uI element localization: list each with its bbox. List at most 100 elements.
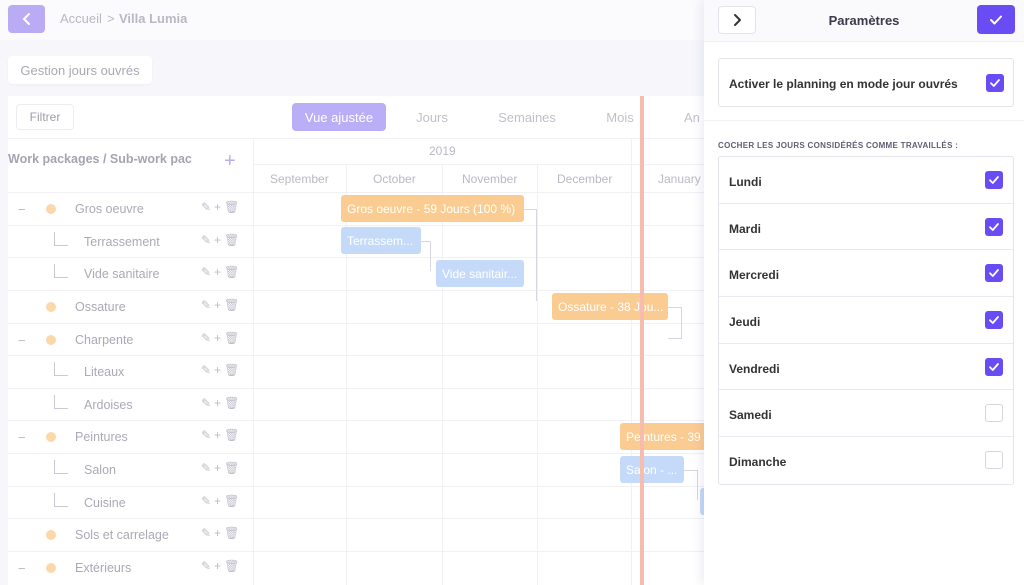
breadcrumb-project[interactable]: Villa Lumia — [119, 11, 187, 26]
tab-days[interactable]: Jours — [392, 103, 472, 131]
gantt-bar-salon[interactable]: Salon - ... — [620, 456, 684, 483]
row-label: Cuisine — [84, 496, 126, 510]
check-icon — [990, 15, 1002, 24]
month-december: December — [557, 172, 613, 186]
day-label: Mardi — [729, 221, 762, 236]
row-actions[interactable]: ✎+🗑 — [201, 298, 242, 312]
month-october: October — [373, 172, 416, 186]
collapse-toggle[interactable]: − — [18, 561, 26, 576]
dependency-connector — [668, 307, 682, 339]
day-checkbox-jeudi[interactable] — [985, 311, 1003, 330]
month-september: September — [270, 172, 329, 186]
tab-weeks[interactable]: Semaines — [482, 103, 572, 131]
grid-line — [442, 164, 443, 585]
tree-row-terrassement[interactable]: Terrassement ✎+🗑 — [8, 226, 254, 258]
tree-row-sols-et-carrelage[interactable]: Sols et carrelage ✎+🗑 — [8, 519, 254, 551]
day-checkbox-mardi[interactable] — [985, 217, 1003, 236]
working-days-list: Lundi Mardi Mercredi Jeudi Vendredi Same… — [718, 156, 1014, 485]
breadcrumb-home[interactable]: Accueil — [60, 11, 102, 26]
back-button[interactable] — [8, 5, 45, 33]
row-actions[interactable]: ✎+🗑 — [201, 494, 242, 508]
row-actions[interactable]: ✎+🗑 — [201, 396, 242, 410]
dependency-connector — [684, 470, 698, 500]
add-work-package-button[interactable]: + — [224, 150, 236, 173]
row-label: Gros oeuvre — [75, 202, 144, 216]
tree-row-gros-oeuvre[interactable]: − Gros oeuvre ✎+🗑 — [8, 193, 254, 225]
day-label: Jeudi — [729, 315, 761, 330]
row-actions[interactable]: ✎+🗑 — [201, 461, 242, 475]
row-actions[interactable]: ✎+🗑 — [201, 559, 242, 573]
day-checkbox-dimanche[interactable] — [985, 451, 1003, 470]
row-actions[interactable]: ✎+🗑 — [201, 200, 242, 214]
tree-row-charpente[interactable]: − Charpente ✎+🗑 — [8, 324, 254, 356]
gantt-bar-gros-oeuvre[interactable]: Gros oeuvre - 59 Jours (100 %) — [341, 195, 524, 222]
breadcrumb-separator: > — [107, 11, 115, 26]
day-row-mardi[interactable]: Mardi — [719, 204, 1013, 251]
today-marker — [640, 96, 644, 585]
tree-row-vide-sanitaire[interactable]: Vide sanitaire ✎+🗑 — [8, 258, 254, 290]
working-days-management-button[interactable]: Gestion jours ouvrés — [8, 56, 152, 84]
gantt-bar-peintures[interactable]: Peintures - 39 — [620, 423, 708, 450]
row-actions[interactable]: ✎+🗑 — [201, 526, 242, 540]
divider — [704, 120, 1024, 121]
day-label: Vendredi — [729, 361, 780, 376]
day-label: Dimanche — [729, 455, 787, 470]
row-label: Sols et carrelage — [75, 528, 169, 542]
check-icon — [989, 316, 999, 324]
working-day-mode-option[interactable]: Activer le planning en mode jour ouvrés — [718, 58, 1014, 107]
collapse-toggle[interactable]: − — [18, 333, 26, 348]
gantt-bar-vide-sanitaire[interactable]: Vide sanitair... — [436, 260, 524, 287]
day-checkbox-mercredi[interactable] — [985, 264, 1003, 283]
day-row-dimanche[interactable]: Dimanche — [719, 437, 1013, 484]
tree-row-ossature[interactable]: Ossature ✎+🗑 — [8, 291, 254, 323]
day-checkbox-samedi[interactable] — [985, 404, 1003, 423]
day-row-jeudi[interactable]: Jeudi — [719, 297, 1013, 344]
gantt-bar-terrassement[interactable]: Terrassem... — [341, 227, 421, 254]
day-row-mercredi[interactable]: Mercredi — [719, 250, 1013, 298]
subitem-branch-icon — [54, 395, 68, 409]
row-actions[interactable]: ✎+🗑 — [201, 233, 242, 247]
row-actions[interactable]: ✎+🗑 — [201, 265, 242, 279]
dependency-connector — [523, 209, 537, 301]
collapse-toggle[interactable]: − — [18, 430, 26, 445]
tab-adjusted-view[interactable]: Vue ajustée — [292, 103, 386, 131]
settings-drawer: Paramètres Activer le planning en mode j… — [704, 0, 1024, 585]
subitem-branch-icon — [54, 232, 68, 246]
day-label: Mercredi — [729, 268, 780, 283]
working-day-mode-checkbox[interactable] — [986, 74, 1004, 92]
dependency-connector — [421, 241, 431, 271]
check-icon — [989, 362, 999, 371]
collapse-toggle[interactable]: − — [18, 202, 26, 217]
day-checkbox-vendredi[interactable] — [985, 357, 1003, 376]
row-label: Extérieurs — [75, 561, 132, 575]
check-icon — [990, 79, 1000, 87]
status-dot — [46, 335, 56, 345]
subitem-branch-icon — [54, 460, 68, 474]
row-actions[interactable]: ✎+🗑 — [201, 428, 242, 442]
month-november: November — [462, 172, 518, 186]
confirm-button[interactable] — [977, 5, 1015, 34]
day-row-vendredi[interactable]: Vendredi — [719, 344, 1013, 391]
tree-row-ardoises[interactable]: Ardoises ✎+🗑 — [8, 389, 254, 421]
tree-row-cuisine[interactable]: Cuisine ✎+🗑 — [8, 487, 254, 519]
row-label: Vide sanitaire — [84, 267, 160, 281]
tree-row-exterieurs[interactable]: − Extérieurs ✎+🗑 — [8, 552, 254, 584]
day-checkbox-lundi[interactable] — [985, 171, 1003, 189]
tree-row-salon[interactable]: Salon ✎+🗑 — [8, 454, 254, 486]
status-dot — [46, 563, 56, 573]
day-label: Samedi — [729, 408, 772, 423]
chevron-left-icon — [22, 13, 30, 25]
filter-button[interactable]: Filtrer — [16, 104, 74, 130]
day-row-samedi[interactable]: Samedi — [719, 390, 1013, 438]
row-actions[interactable]: ✎+🗑 — [201, 363, 242, 377]
row-label: Ossature — [75, 300, 126, 314]
day-row-lundi[interactable]: Lundi — [719, 157, 1013, 204]
check-icon — [989, 222, 999, 231]
gantt-bar-ossature[interactable]: Ossature - 38 Jou... — [552, 293, 668, 320]
row-label: Charpente — [75, 333, 134, 347]
status-dot — [46, 204, 56, 214]
row-actions[interactable]: ✎+🗑 — [201, 331, 242, 345]
tree-row-liteaux[interactable]: Liteaux ✎+🗑 — [8, 356, 254, 388]
tree-row-peintures[interactable]: − Peintures ✎+🗑 — [8, 421, 254, 453]
row-label: Peintures — [75, 430, 128, 444]
